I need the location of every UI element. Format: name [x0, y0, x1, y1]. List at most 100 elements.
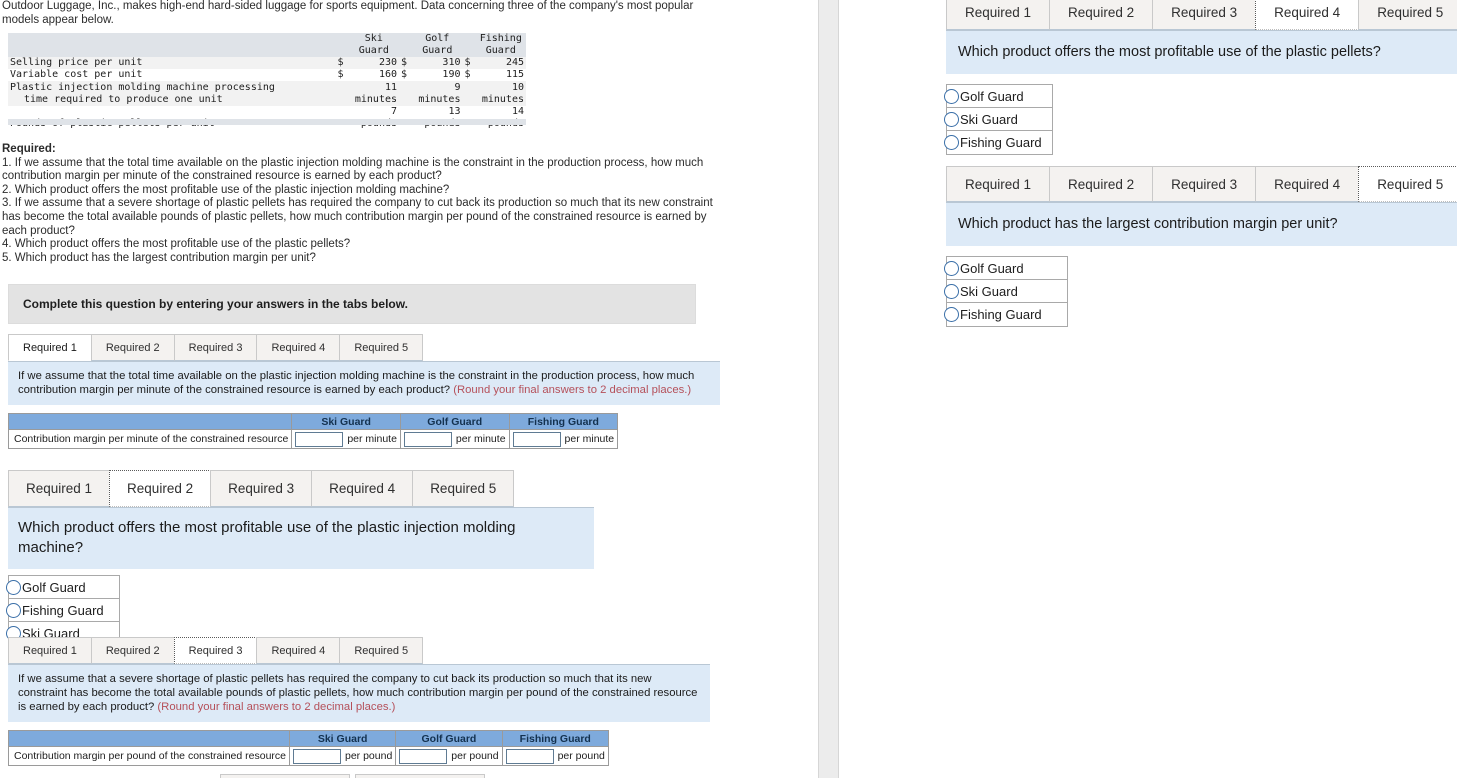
- required-item-5: 5. Which product has the largest contrib…: [2, 251, 316, 264]
- tab-required-4[interactable]: Required 4: [256, 334, 341, 361]
- question-round-note: (Round your final answers to 2 decimal p…: [157, 701, 396, 713]
- row-label: Variable cost per unit: [8, 69, 336, 81]
- row-value-fishing: 14 pounds: [475, 106, 526, 130]
- radio-group-required-4: Golf Guard Ski Guard Fishing Guard: [944, 84, 1053, 155]
- required-list: Required: 1. If we assume that the total…: [2, 143, 714, 265]
- radio-label: Fishing Guard: [960, 135, 1042, 150]
- tab-required-2[interactable]: Required 2: [109, 470, 212, 507]
- instruction-bar: Complete this question by entering your …: [8, 284, 696, 324]
- tab-required-5[interactable]: Required 5: [1358, 0, 1457, 30]
- tab-required-5[interactable]: Required 5: [339, 334, 424, 361]
- tab-required-2[interactable]: Required 2: [90, 637, 175, 664]
- answer-row-label: Contribution margin per pound of the con…: [8, 746, 290, 766]
- tab-required-3[interactable]: Required 3: [1152, 0, 1257, 30]
- tab-required-5[interactable]: Required 5: [412, 470, 515, 507]
- pane-divider[interactable]: [818, 0, 839, 778]
- radio-option-fishing-guard[interactable]: Fishing Guard: [944, 303, 1067, 326]
- radio-label: Fishing Guard: [960, 307, 1042, 322]
- question-text: Which product offers the most profitable…: [958, 44, 1381, 60]
- required-item-3: 3. If we assume that a severe shortage o…: [2, 197, 713, 237]
- unit-label: per pound: [451, 750, 499, 762]
- next-tabstrip-peek: [220, 774, 560, 778]
- tab-required-1[interactable]: Required 1: [8, 470, 111, 507]
- tabgroup-required-2: Required 1 Required 2 Required 3 Require…: [6, 470, 594, 646]
- tab-required-5[interactable]: Required 5: [339, 637, 424, 664]
- tab-required-3[interactable]: Required 3: [210, 470, 313, 507]
- row-currency: $: [399, 69, 413, 81]
- data-table-header-line2: Guard Guard Guard: [8, 45, 526, 57]
- answer-cell-ski: per minute: [291, 429, 401, 449]
- radio-option-golf-guard[interactable]: Golf Guard: [944, 85, 1052, 108]
- answer-input-golf-r3[interactable]: [399, 748, 448, 764]
- question-round-note: (Round your final answers to 2 decimal p…: [453, 384, 692, 396]
- row-value-ski: 160: [348, 69, 400, 81]
- question-bar-required-4: Which product offers the most profitable…: [946, 31, 1457, 74]
- tab-required-1[interactable]: Required 1: [8, 637, 92, 664]
- row-value-ski: 11 minutes: [348, 81, 400, 106]
- tabstrip-required-2: Required 1 Required 2 Required 3 Require…: [8, 470, 594, 507]
- row-value-fishing: 245: [475, 57, 526, 69]
- radio-circle-icon: [944, 88, 959, 104]
- tabstrip-required-1: Required 1 Required 2 Required 3 Require…: [8, 334, 720, 361]
- tab-required-4[interactable]: Required 4: [1255, 166, 1360, 202]
- tabgroup-required-1: Required 1 Required 2 Required 3 Require…: [7, 334, 720, 449]
- row-value-golf: 190: [412, 69, 463, 81]
- radio-option-ski-guard[interactable]: Ski Guard: [944, 108, 1052, 131]
- row-currency: [335, 81, 349, 106]
- unit-label: per pound: [557, 750, 605, 762]
- tab-required-3[interactable]: Required 3: [1152, 166, 1257, 202]
- radio-option-fishing-guard[interactable]: Fishing Guard: [6, 599, 119, 622]
- header-golf-line2: Guard: [412, 45, 463, 57]
- row-currency: [399, 81, 413, 106]
- row-currency: $: [399, 57, 413, 69]
- radio-label: Ski Guard: [960, 283, 1018, 299]
- tabstrip-required-4: Required 1 Required 2 Required 3 Require…: [946, 0, 1457, 30]
- header-cur-blank-4: [335, 45, 349, 57]
- header-fishing-guard: Fishing Guard: [508, 413, 619, 430]
- row-currency: $: [335, 57, 349, 69]
- header-cur-blank-5: [399, 45, 413, 57]
- row-currency: [462, 81, 476, 106]
- radio-option-ski-guard[interactable]: Ski Guard: [944, 280, 1067, 303]
- tab-required-4[interactable]: Required 4: [256, 637, 341, 664]
- tab-required-3[interactable]: Required 3: [173, 637, 258, 664]
- unit-label: per minute: [347, 433, 397, 445]
- table-row: Contribution margin per pound of the con…: [8, 746, 609, 766]
- row-value-fishing: 115: [475, 69, 526, 81]
- tab-required-1[interactable]: Required 1: [946, 0, 1051, 30]
- answer-table-header-row: Ski Guard Golf Guard Fishing Guard: [7, 413, 619, 430]
- table-row: Variable cost per unit $ 160 $ 190 $ 115: [8, 69, 526, 81]
- tab-required-2[interactable]: Required 2: [1049, 0, 1154, 30]
- tab-required-5[interactable]: Required 5: [1358, 166, 1457, 202]
- tab-required-1[interactable]: Required 1: [8, 334, 92, 361]
- row-currency: $: [335, 69, 349, 81]
- tab-required-3[interactable]: Required 3: [173, 334, 258, 361]
- question-bar-required-2: Which product offers the most profitable…: [8, 508, 594, 569]
- answer-input-fishing-r3[interactable]: [505, 748, 554, 764]
- header-cur-blank-2: [399, 33, 413, 45]
- answer-input-ski-r1[interactable]: [295, 431, 344, 447]
- tab-required-4[interactable]: Required 4: [1255, 0, 1360, 30]
- tab-required-2[interactable]: Required 2: [1049, 166, 1154, 202]
- tabgroup-required-3: Required 1 Required 2 Required 3 Require…: [8, 637, 710, 766]
- tab-required-2[interactable]: Required 2: [90, 334, 175, 361]
- row-value-golf: 310: [412, 57, 463, 69]
- radio-circle-icon: [6, 602, 21, 618]
- answer-cell-ski: per pound: [288, 746, 397, 766]
- question-text: Which product offers the most profitable…: [18, 519, 516, 556]
- answer-input-ski-r3[interactable]: [293, 748, 341, 764]
- tab-required-1[interactable]: Required 1: [946, 166, 1051, 202]
- radio-option-fishing-guard[interactable]: Fishing Guard: [944, 131, 1052, 154]
- row-value-golf: 13 pounds: [412, 106, 463, 130]
- radio-option-golf-guard[interactable]: Golf Guard: [6, 576, 119, 599]
- row-value-golf: 9 minutes: [412, 81, 463, 106]
- header-ski-line1: Ski: [348, 33, 400, 45]
- answer-input-fishing-r1[interactable]: [512, 431, 561, 447]
- tab-required-4[interactable]: Required 4: [311, 470, 414, 507]
- answer-input-golf-r1[interactable]: [403, 431, 452, 447]
- radio-circle-icon: [944, 260, 959, 276]
- header-ski-guard: Ski Guard: [291, 413, 401, 430]
- question-bar-required-5: Which product has the largest contributi…: [946, 203, 1457, 246]
- radio-option-golf-guard[interactable]: Golf Guard: [944, 257, 1067, 280]
- tabgroup-required-5: Required 1 Required 2 Required 3 Require…: [944, 166, 1457, 327]
